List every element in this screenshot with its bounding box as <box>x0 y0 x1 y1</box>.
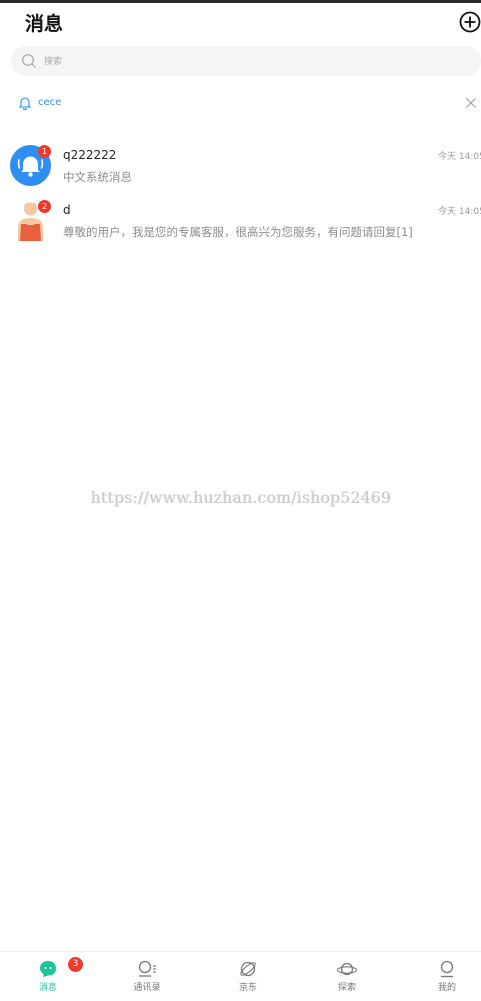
page-title: 消息 <box>25 13 64 35</box>
saturn-icon <box>337 962 357 976</box>
watermark-text: https://www.huzhan.com/ishop52469 <box>91 489 392 507</box>
tab-label: 通讯录 <box>133 983 161 993</box>
messages-page: 消息 cece 1 q222 <box>0 0 481 1001</box>
conversation-preview: 尊敬的用户，我是您的专属客服，很高兴为您服务，有问题请回复[1] <box>63 225 413 239</box>
planet-ring-icon <box>240 961 256 977</box>
tab-contacts[interactable]: 通讯录 <box>99 952 195 1001</box>
conversation-name: d <box>63 203 71 217</box>
tab-jd[interactable]: 京东 <box>200 952 296 1001</box>
conversation-preview: 中文系统消息 <box>63 170 132 184</box>
conversation-item[interactable]: 1 q222222 今天 14:05 中文系统消息 <box>0 145 481 193</box>
contacts-icon <box>138 960 156 977</box>
tab-label: 消息 <box>38 983 57 993</box>
close-icon[interactable] <box>465 97 477 109</box>
bell-icon <box>18 97 32 110</box>
conversation-name: q222222 <box>63 148 117 162</box>
tab-label: 探索 <box>337 983 356 993</box>
tab-label: 京东 <box>238 983 257 993</box>
tab-unread-badge: 3 <box>68 957 83 972</box>
search-input[interactable] <box>42 51 466 73</box>
profile-icon <box>440 960 454 978</box>
notice-bar[interactable]: cece <box>0 92 481 116</box>
tab-profile[interactable]: 我的 <box>399 952 481 1001</box>
conversation-item[interactable]: 2 d 今天 14:05 尊敬的用户，我是您的专属客服，很高兴为您服务，有问题请… <box>0 200 481 248</box>
unread-badge: 1 <box>38 145 51 158</box>
unread-badge: 2 <box>38 200 51 213</box>
header: 消息 <box>0 3 481 41</box>
notice-text: cece <box>38 97 62 108</box>
chat-bubble-icon <box>40 961 56 977</box>
conversation-time: 今天 14:05 <box>438 152 481 162</box>
search-bar[interactable] <box>11 46 481 76</box>
conversation-time: 今天 14:05 <box>438 207 481 217</box>
tab-explore[interactable]: 探索 <box>299 952 395 1001</box>
add-circle-icon[interactable] <box>459 11 481 33</box>
tab-label: 我的 <box>437 983 456 993</box>
search-icon <box>22 54 36 68</box>
